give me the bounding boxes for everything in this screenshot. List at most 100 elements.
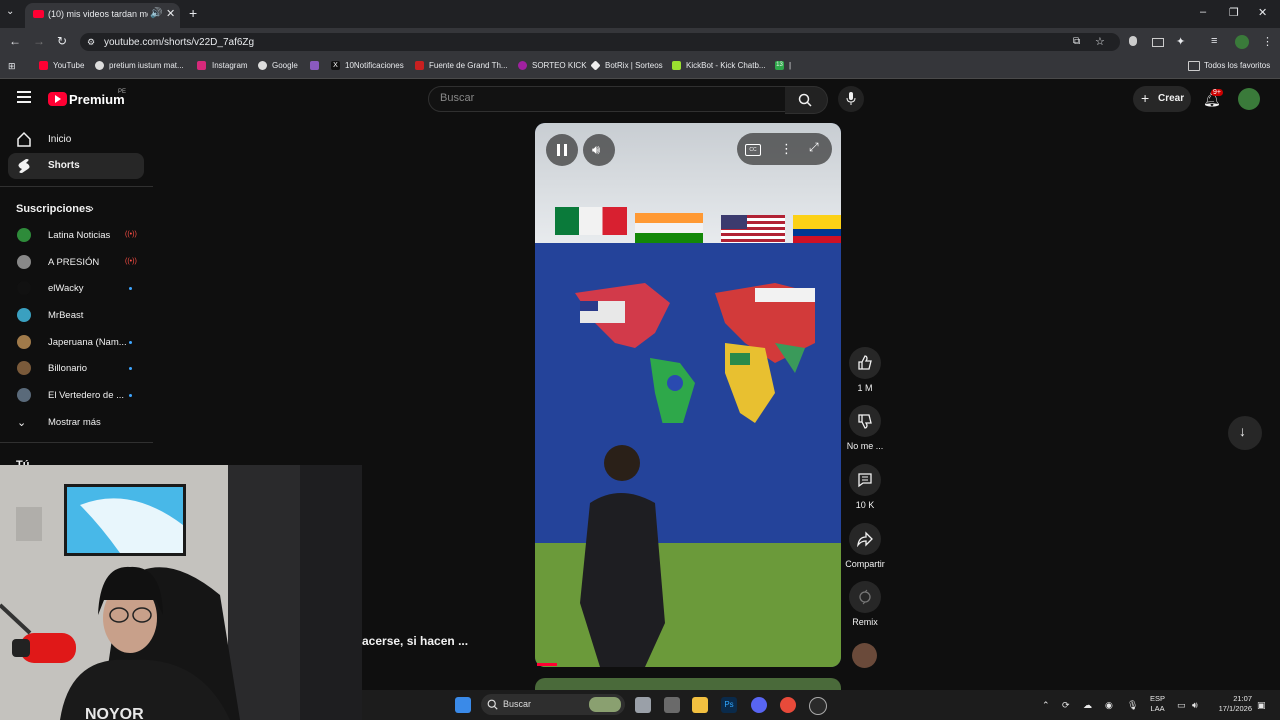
network-icon[interactable]: ▭	[1177, 700, 1186, 711]
bookmark-youtube[interactable]: YouTube	[53, 61, 84, 70]
search-button[interactable]	[785, 86, 828, 114]
bookmark-botrix[interactable]: BotRix | Sorteos	[605, 61, 663, 70]
subscription-avatar[interactable]	[17, 281, 31, 295]
extension-icon[interactable]	[1129, 36, 1137, 46]
discord-icon[interactable]	[751, 697, 767, 713]
comments-button[interactable]	[849, 464, 881, 496]
volume-button[interactable]: 🔊︎	[583, 134, 615, 166]
pause-button[interactable]	[546, 134, 578, 166]
subscription-avatar[interactable]	[17, 228, 31, 242]
account-avatar[interactable]	[1238, 88, 1260, 110]
app-icon[interactable]	[664, 697, 680, 713]
photoshop-icon[interactable]: Ps	[721, 697, 737, 713]
install-app-icon[interactable]: ⧉	[1073, 36, 1080, 47]
apps-grid-icon[interactable]: ⊞	[8, 61, 16, 72]
tray-mic-icon[interactable]: 🎙︎	[1127, 700, 1138, 711]
fullscreen-icon[interactable]: ⤢	[809, 140, 819, 155]
sidebar-item-subscription[interactable]: MrBeast	[48, 310, 83, 321]
subscription-avatar[interactable]	[17, 335, 31, 349]
sidebar-item-subscription[interactable]: El Vertedero de ...	[48, 390, 124, 401]
tab-audio-icon[interactable]: 🔊	[150, 8, 162, 19]
reload-icon[interactable]: ↻	[57, 34, 67, 48]
chevron-right-icon[interactable]: ›	[90, 203, 94, 215]
bookmark-sorteo-kick[interactable]: SORTEO KICK	[532, 61, 587, 70]
dislike-button[interactable]	[849, 405, 881, 437]
restore-icon[interactable]: ❐	[1229, 6, 1239, 19]
create-button[interactable]: + Crear	[1133, 86, 1191, 112]
pinwheel-icon[interactable]	[310, 61, 319, 70]
bookmark-instagram[interactable]: Instagram	[212, 61, 248, 70]
browser-menu-icon[interactable]: ⋮	[1262, 35, 1273, 48]
taskbar-search[interactable]: Buscar	[481, 694, 625, 715]
file-explorer-icon[interactable]	[692, 697, 708, 713]
bookmark-pretium[interactable]: pretium iustum mat...	[109, 61, 184, 70]
region-code: PE	[118, 89, 127, 95]
new-tab-icon[interactable]: +	[189, 5, 197, 21]
badge-13[interactable]: 13	[775, 61, 784, 70]
forward-icon[interactable]: →	[33, 34, 45, 48]
tray-app-icon[interactable]: ◉	[1105, 700, 1113, 711]
sidebar-item-subscription[interactable]: Billonario	[48, 363, 87, 374]
extensions-puzzle-icon[interactable]: ✦	[1176, 35, 1185, 48]
profile-avatar[interactable]	[1235, 35, 1249, 49]
bookmark-kickbot[interactable]: KickBot - Kick Chatb...	[686, 61, 766, 70]
sidebar-divider	[0, 442, 153, 443]
language-indicator[interactable]: ESP LAA	[1150, 694, 1165, 714]
show-more-button[interactable]: Mostrar más	[48, 417, 101, 428]
share-button[interactable]	[849, 523, 881, 555]
svg-text:NOYOR: NOYOR	[85, 706, 144, 720]
creator-avatar[interactable]	[852, 643, 877, 668]
tray-sync-icon[interactable]: ⟳	[1062, 700, 1070, 711]
tab-close-icon[interactable]: ✕	[166, 7, 175, 20]
sidebar-item-subscription[interactable]: Latina Noticias	[48, 230, 110, 241]
tab-list-icon[interactable]: ⌄	[6, 6, 14, 17]
bookmark-fuente[interactable]: Fuente de Grand Th...	[429, 61, 508, 70]
video-progress-bar[interactable]	[537, 663, 557, 666]
extension-icon[interactable]	[1152, 38, 1164, 47]
all-bookmarks[interactable]: Todos los favoritos	[1204, 61, 1270, 70]
voice-search-button[interactable]	[838, 86, 864, 112]
remix-button[interactable]	[849, 581, 881, 613]
subscriptions-heading[interactable]: Suscripciones	[16, 203, 91, 215]
subscription-avatar[interactable]	[17, 308, 31, 322]
back-icon[interactable]: ←	[9, 34, 21, 48]
create-label: Crear	[1158, 93, 1185, 104]
browser-tab[interactable]: (10) mis videos tardan mes 🔊 ✕	[25, 3, 180, 28]
minimize-icon[interactable]: –	[1200, 6, 1206, 18]
youtube-logo-icon[interactable]	[48, 92, 67, 106]
short-caption[interactable]: acerse, si hacen ...	[362, 634, 468, 648]
bookmark-google[interactable]: Google	[272, 61, 298, 70]
menu-icon[interactable]	[17, 91, 31, 103]
bookmark-star-icon[interactable]: ☆	[1095, 35, 1105, 48]
taskbar-clock[interactable]: 21:07 17/1/2026	[1212, 694, 1252, 714]
obs-icon[interactable]	[809, 697, 827, 715]
new-content-dot	[129, 341, 132, 344]
bookmark-notificaciones[interactable]: 10Notificaciones	[345, 61, 404, 70]
subscription-avatar[interactable]	[17, 388, 31, 402]
windows-start-icon[interactable]	[455, 697, 471, 713]
tray-cloud-icon[interactable]: ☁	[1083, 700, 1092, 711]
sidebar-item-home[interactable]: Inicio	[48, 134, 71, 145]
task-view-icon[interactable]	[635, 697, 651, 713]
speaker-icon[interactable]: 🔊︎	[1192, 700, 1198, 711]
site-info-icon[interactable]: ⚙	[87, 37, 95, 48]
sidebar-item-subscription[interactable]: Japeruana (Nam...	[48, 337, 127, 348]
chrome-icon[interactable]	[780, 697, 796, 713]
sidebar-divider	[0, 186, 153, 187]
notification-center-icon[interactable]: ▣	[1257, 700, 1266, 711]
like-button[interactable]	[849, 347, 881, 379]
close-window-icon[interactable]: ✕	[1258, 6, 1267, 19]
subscription-avatar[interactable]	[17, 361, 31, 375]
media-control-icon[interactable]: ≡	[1211, 35, 1217, 47]
shorts-video-player[interactable]	[535, 123, 841, 667]
more-options-icon[interactable]: ⋮	[780, 141, 793, 157]
next-short-button[interactable]: ↓	[1228, 416, 1262, 450]
sidebar-item-subscription[interactable]: A PRESIÓN	[48, 257, 99, 268]
sidebar-item-subscription[interactable]: elWacky	[48, 283, 84, 294]
captions-icon[interactable]: CC	[745, 144, 761, 156]
tray-overflow-icon[interactable]: ⌃	[1042, 700, 1050, 711]
logo-text[interactable]: Premium	[69, 92, 125, 107]
subscription-avatar[interactable]	[17, 255, 31, 269]
flag-colombia	[793, 215, 841, 243]
search-input[interactable]	[428, 86, 786, 112]
